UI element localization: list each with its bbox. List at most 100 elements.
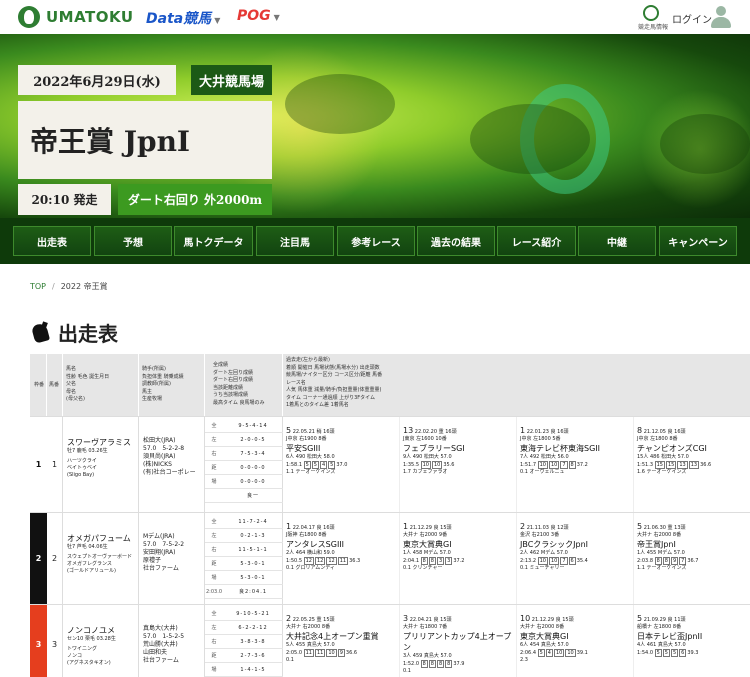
past-time: 1:52.0 [403,661,419,667]
past-finish: 1 [286,522,292,531]
corner-position: 7 [679,557,687,565]
past-race[interactable]: 2 22.05.25 重 15頭 大井ナ 右2000 8番 大井記念4上オープン… [283,605,400,677]
stat-value: 5-3-0-1 [240,574,266,581]
corner-position: 12 [326,557,337,565]
past-last3f: 35.6 [443,462,455,468]
race-date: 2022年6月29日(水) [18,65,176,95]
stat-key: 左 [211,533,217,539]
past-race[interactable]: 5 21.09.29 良 11頭 船橋ナ 左1800 8番 日本テレビ盃JpnI… [634,605,750,677]
jockey[interactable]: 真島大(大井) [143,625,204,633]
past-finish: 2 [520,522,526,531]
past-last3f: 37.0 [336,462,348,468]
past-race[interactable]: 8 21.12.05 良 16頭 J中京 左1800 8番 チャンピオンズCGI… [634,417,750,512]
corner-position: 8 [428,660,436,668]
past-race[interactable]: 10 21.12.29 良 15頭 大井ナ 右2000 8番 東京大賞典GI 6… [517,605,634,677]
header-waku: 枠番 [34,382,45,388]
past-course: 大井ナ 右2000 8番 [286,624,331,630]
nav-campaign[interactable]: キャンペーン [659,226,737,256]
past-time: 2:05.0 [286,650,302,656]
section-header: 出走表 [30,318,118,347]
past-race-name: プリリアントカップ4上オープン [403,632,512,652]
stat-key: 場 [211,479,217,485]
stat-key: 右 [211,547,217,553]
nav-umatoku-data[interactable]: 馬トクデータ [174,226,253,256]
sire: スウェプトオーヴァーボード [67,554,133,560]
past-popularity: 6人 490 松田大 58.0 [286,454,335,460]
nav-entries[interactable]: 出走表 [13,226,91,256]
corner-position: 5 [670,649,679,657]
nav-live[interactable]: 中継 [578,226,656,256]
stat-row: 左 6-2-2-12 [205,621,283,635]
past-winner: 1.7 カフェファラオ [403,469,448,475]
stat-row: 場 0-0-0-0 [205,475,283,489]
past-race[interactable]: 5 22.05.21 稍 16頭 J中京 右1900 8番 平安SGIII 6人… [283,417,400,512]
past-date: 21.09.29 良 11頭 [643,617,686,623]
corner-position: 13 [677,461,688,469]
past-race[interactable]: 2 21.11.03 良 12頭 金沢 右2100 3番 JBCクラシックJpn… [517,513,634,604]
pog-link[interactable]: POG ▼ [237,8,280,24]
nav-focus-horses[interactable]: 注目馬 [256,226,334,256]
breadcrumb-top[interactable]: TOP [30,282,46,291]
stat-row: 距 5-3-0-1 [205,557,283,571]
data-keiba-label: Data競馬 [146,11,212,27]
past-race-name: 日本テレビ盃JpnII [637,632,703,641]
header-stats: 全成績 ダート左回り成績 ダート右回り成績 当該距離成績 うち当該場成績 最高タ… [213,362,265,406]
nav-prediction[interactable]: 予想 [94,226,172,256]
stat-value: 9-10-5-21 [236,610,270,617]
horse-name[interactable]: オメガパフューム [67,533,138,544]
corner-position: 8 [445,660,453,668]
past-last3f: 37.2 [453,558,465,564]
past-popularity: 5人 455 真島大 57.0 [286,642,335,648]
past-course: 大井ナ 右2000 8番 [520,624,565,630]
past-race[interactable]: 1 21.12.29 良 15頭 大井ナ 右2000 9番 東京大賞典GI 1人… [400,513,517,604]
header-horse: 馬名 性齢 毛色 誕生月日 父名 母名 (母父名) [66,366,110,402]
past-race[interactable]: 5 21.06.30 重 13頭 大井ナ 右2000 8番 帝王賞JpnI 1人… [634,513,750,604]
past-course: 船橋ナ 左1800 8番 [637,624,682,630]
jockey[interactable]: 松田大(JRA) [143,437,204,445]
horse-name[interactable]: ノンコノユメ [67,625,138,636]
nav-past-results[interactable]: 過去の結果 [417,226,495,256]
past-winner: 0.1 クリンチャー [403,565,443,571]
past-race[interactable]: 13 22.02.20 重 16頭 J東京 左1600 10番 フェブラリーSG… [400,417,517,512]
data-keiba-link[interactable]: Data競馬 ▼ [146,8,220,28]
past-winner: 0.1 [403,668,411,674]
past-race-name: 東京大賞典GI [520,632,569,641]
past-date: 22.01.23 良 16頭 [526,429,569,435]
horse-name[interactable]: スワーヴアラミス [67,437,138,448]
stat-value: 良2:04.1 [239,589,267,595]
past-date: 22.02.20 重 16頭 [414,429,457,435]
past-race[interactable]: 3 22.04.21 良 15頭 大井ナ 右1800 7番 プリリアントカップ4… [400,605,517,677]
nav-reference-races[interactable]: 参考レース [337,226,415,256]
trainer[interactable]: 安田翔(JRA) [143,549,204,557]
past-popularity: 1人 455 Mデム 57.0 [637,550,685,556]
user-icon[interactable] [710,6,732,28]
past-winner: 0.1 オーヴェルニュ [520,469,565,475]
stat-row: 右 3-8-3-8 [205,635,283,649]
breeder: 社台ファーム [143,565,179,572]
corner-position: 15 [654,461,665,469]
corner-position: 5 [662,649,670,657]
stat-key: 左 [211,437,217,443]
past-race-name: チャンピオンズCGI [637,444,707,453]
past-last3f: 36.6 [700,462,712,468]
nav-race-intro[interactable]: レース紹介 [497,226,576,256]
stat-row: 良一 [205,489,283,503]
trainer[interactable]: 須貝尚(JRA) [143,453,204,461]
horse-logo-icon [18,6,40,28]
past-course: 大井ナ 右2000 9番 [403,532,448,538]
umatoku-logo[interactable]: UMATOKU [18,6,134,28]
corner-position: 12 [303,557,314,565]
past-finish: 5 [286,426,292,435]
horse-info: オメガパフューム 牡7 芦毛 04.06生 スウェプトオーヴァーボード オメガフ… [63,513,139,604]
horse-age-color: 牡7 鹿毛 03.26生 [67,448,108,454]
horse-number: 1 [47,417,63,512]
jockey[interactable]: Mデム(JRA) [143,533,204,541]
trainer[interactable]: 荒山勝(大井) [143,641,204,649]
past-course: J中京 左1800 8番 [637,436,678,442]
login-link[interactable]: ログイン [672,11,712,26]
horse-head-icon [30,320,52,344]
course-info: ダート右回り 外2000m [118,184,272,215]
past-race[interactable]: 1 22.04.17 良 16頭 J阪神 右1800 8番 アンタレスSGIII… [283,513,400,604]
horse-info-icon[interactable] [643,5,659,21]
past-race[interactable]: 1 22.01.23 良 16頭 J中京 左1800 5番 東海テレビ杯東海SG… [517,417,634,512]
